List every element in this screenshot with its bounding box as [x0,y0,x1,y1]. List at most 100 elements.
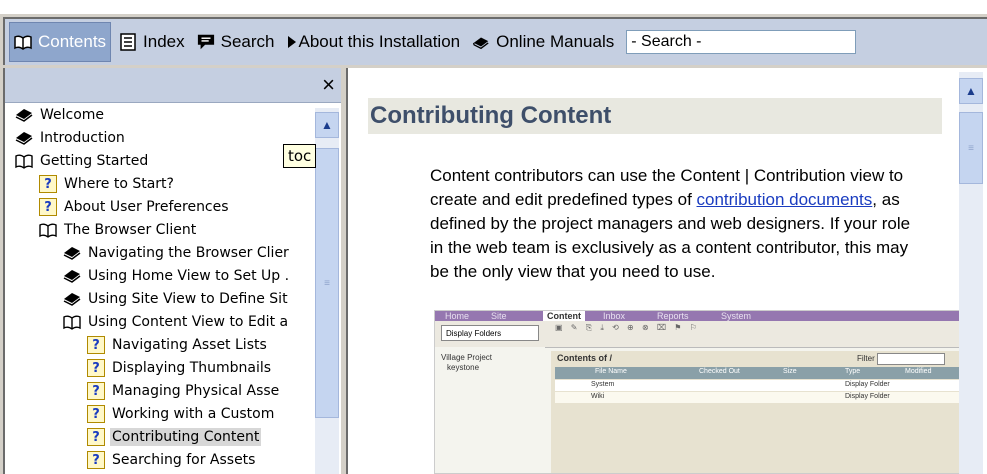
toc-item[interactable]: ? Contributing Content [87,426,262,448]
scroll-up-button[interactable]: ▲ [315,112,339,138]
display-folders-dropdown: Display Folders [441,325,539,341]
toc-item-label: Where to Start? [64,176,174,192]
article-scrollbar[interactable]: ▲ ≡ [959,72,983,474]
toc-item[interactable]: ? Searching for Assets [87,449,257,471]
toc-scrollbar[interactable]: ▲ ≡ [315,108,339,474]
embedded-tree: Village Project keystone [435,347,545,473]
online-manuals-link[interactable]: Online Manuals [468,23,618,61]
toc-item[interactable]: Navigating the Browser Clier [63,242,291,264]
tab-contents[interactable]: Contents [9,22,112,62]
embedded-table-row: Wiki Display Folder [555,392,971,403]
contents-pane: × Welcome Introduction Getting Started? Whe… [3,68,341,474]
open-book-icon [39,222,57,238]
tab-search-label: Search [220,32,275,51]
toc-item[interactable]: Using Home View to Set Up . [63,265,291,287]
book-stack-icon [63,291,81,307]
search-input[interactable] [626,30,857,54]
toc-item[interactable]: ? Working with a Custom [87,403,276,425]
embedded-content-list: Contents of / Filter File Name Checked O… [551,351,973,473]
toc-item[interactable]: Welcome [15,104,106,126]
embedded-screenshot: Home Site Content Inbox Reports System Displa… [434,310,974,474]
embedded-tab: System [721,311,752,321]
toc-item-label: The Browser Client [64,222,197,238]
open-book-icon [15,153,33,169]
toc-item[interactable]: ? Where to Start? [39,173,176,195]
toc-item-label: Searching for Assets [112,452,256,468]
close-icon[interactable]: × [322,72,335,98]
help-page-icon: ? [87,382,105,400]
toc-item[interactable]: Introduction [15,127,127,149]
embedded-table-header: File Name Checked Out Size Type Modified [555,367,971,379]
toc-item[interactable]: ? Displaying Thumbnails [87,357,273,379]
toc-item-label: Introduction [40,130,125,146]
speech-bubble-icon [197,33,215,51]
online-manuals-label: Online Manuals [496,32,615,51]
open-book-icon [14,33,32,51]
book-stack-icon [63,268,81,284]
embedded-col: Checked Out [699,368,740,375]
toc-tooltip: toc [283,144,317,168]
embedded-tab: Inbox [603,311,626,321]
contents-pane-header: × [5,68,341,103]
embedded-tab-row: Home Site Content Inbox Reports System [435,311,973,321]
toc-item[interactable]: Getting Started [15,150,150,172]
toc-tree: Welcome Introduction Getting Started? Where… [5,104,318,474]
article-pane: Contributing Content Content contributor… [346,68,987,474]
index-list-icon [119,33,137,51]
contribution-documents-link[interactable]: contribution documents [697,190,873,209]
embedded-table-row: System Display Folder [555,380,971,391]
help-toolbar: Contents Index Search About this Install… [3,17,987,65]
help-page-icon: ? [87,428,105,446]
toc-item[interactable]: Using Content View to Edit a [63,311,290,333]
embedded-toolbar-icons: ▣ ✎ ⎘ ⤓ ⟲ ⊕ ⊗ ⌧ ⚑ ⚐ [555,323,700,332]
toc-item-label: Using Home View to Set Up . [88,268,290,284]
page-title: Contributing Content [370,102,612,129]
toc-item-label: Navigating the Browser Clier [88,245,289,261]
tab-search[interactable]: Search [193,23,279,61]
embedded-toolbar: Display Folders ▣ ✎ ⎘ ⤓ ⟲ ⊕ ⊗ ⌧ ⚑ ⚐ [435,321,973,348]
help-page-icon: ? [87,451,105,469]
toc-item-label: Displaying Thumbnails [112,360,272,376]
toc-item-label: Navigating Asset Lists [112,337,267,353]
embedded-col: Size [783,368,797,375]
about-installation-link[interactable]: About this Installation [283,23,465,61]
embedded-filter-box [877,353,945,365]
toc-item-label: Managing Physical Asse [112,383,280,399]
tab-contents-label: Contents [38,32,107,51]
tab-index-label: Index [143,32,185,51]
embedded-filter-label: Filter [856,354,875,364]
embedded-tree-item: Village Project [441,353,492,362]
help-window: Contents Index Search About this Install… [0,0,987,474]
about-installation-label: About this Installation [298,32,461,51]
embedded-cell: Display Folder [845,393,890,400]
embedded-cell: Wiki [591,393,605,400]
toc-item-label: Using Site View to Define Sit [88,291,288,307]
toc-item[interactable]: Using Site View to Define Sit [63,288,290,310]
embedded-cell: Display Folder [845,381,890,388]
toc-item-label: Contributing Content [110,428,262,446]
embedded-tab: Reports [657,311,689,321]
scroll-thumb[interactable]: ≡ [315,148,339,418]
article-paragraph: Content contributors can use the Content… [430,164,926,284]
open-book-icon [63,314,81,330]
toc-item[interactable]: ? Navigating Asset Lists [87,334,269,356]
embedded-tab: Site [491,311,507,321]
help-page-icon: ? [87,336,105,354]
embedded-tab: Content [543,311,585,321]
article-scroll-thumb[interactable]: ≡ [959,112,983,184]
book-stack-icon [63,245,81,261]
book-stack-icon [472,33,490,51]
embedded-cell: System [591,381,615,388]
embedded-col: Modified [905,368,932,375]
article-scroll-up-button[interactable]: ▲ [959,78,983,104]
play-arrow-icon [287,35,297,49]
tab-index[interactable]: Index [115,23,189,61]
toc-item[interactable]: ? About User Preferences [39,196,231,218]
toc-item-label: Using Content View to Edit a [88,314,289,330]
embedded-col: Type [845,368,861,375]
help-page-icon: ? [39,175,57,193]
toc-item[interactable]: ? Managing Physical Asse [87,380,281,402]
window-top-edge [0,0,987,14]
toc-item[interactable]: The Browser Client [39,219,198,241]
help-page-icon: ? [87,359,105,377]
